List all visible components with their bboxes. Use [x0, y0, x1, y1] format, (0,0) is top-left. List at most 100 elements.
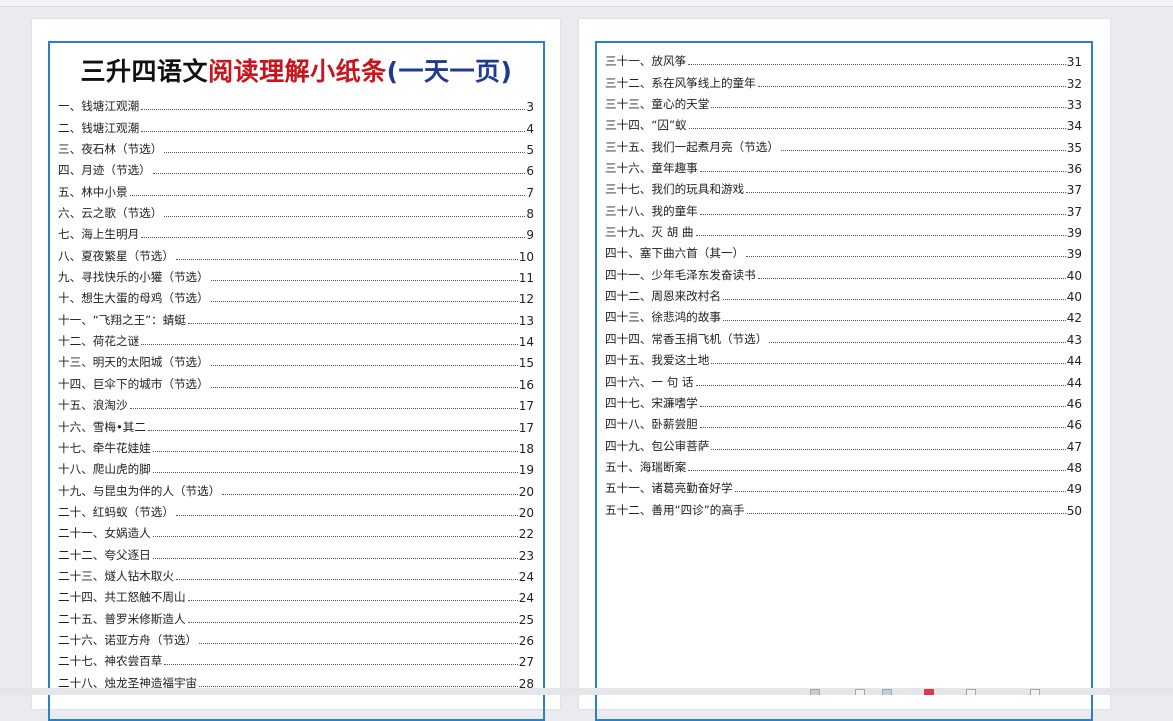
toc-entry[interactable]: 十二、荷花之谜 14	[58, 328, 534, 349]
toc-page-number: 25	[518, 612, 534, 627]
toc-entry[interactable]: 四十一、少年毛泽东发奋读书 40	[605, 261, 1082, 283]
dot-leader	[210, 386, 518, 388]
dot-leader	[222, 493, 518, 495]
page-view-button[interactable]	[855, 689, 865, 695]
toc-entry[interactable]: 二十、红蚂蚁（节选） 20	[58, 499, 534, 520]
dot-leader	[141, 343, 518, 346]
toc-entry-title: 二十四、共工怒触不周山	[58, 590, 186, 605]
toc-page-number: 16	[518, 377, 534, 392]
toc-entry[interactable]: 二十五、普罗米修斯造人 25	[58, 605, 534, 627]
toc-entry[interactable]: 二十七、神农尝百草 27	[58, 648, 534, 669]
toc-entry[interactable]: 二十六、诺亚方舟（节选） 26	[58, 627, 534, 648]
toc-entry[interactable]: 一、钱塘江观潮 3	[58, 93, 534, 114]
dot-leader	[746, 255, 1066, 258]
dot-leader	[746, 512, 1066, 514]
toc-entry[interactable]: 二、钱塘江观潮 4	[58, 114, 534, 136]
fullscreen-button[interactable]	[1030, 689, 1040, 695]
toc-page-number: 15	[518, 356, 534, 371]
dot-leader	[141, 236, 526, 239]
fit-page-button[interactable]	[966, 689, 976, 695]
toc-entry-title: 三十三、童心的天堂	[605, 97, 710, 112]
multi-page-button[interactable]	[882, 689, 892, 695]
toc-page-number: 23	[518, 548, 534, 563]
toc-entry[interactable]: 二十二、夸父逐日 23	[58, 541, 534, 563]
toc-entry[interactable]: 二十一、女娲造人 22	[58, 520, 534, 541]
toc-page-number: 14	[518, 335, 534, 350]
toc-page-number: 11	[518, 271, 534, 286]
table-of-contents-left: 一、钱塘江观潮 3 二、钱塘江观潮 4 三、夜石林（节选） 5 四、月迹（节选） 6 五、林中小…	[58, 93, 534, 690]
toc-entry[interactable]: 九、寻找快乐的小獾（节选） 11	[58, 264, 534, 285]
toc-entry[interactable]: 十五、浪淘沙 17	[58, 392, 534, 413]
toc-entry[interactable]: 十六、雪梅•其二 17	[58, 413, 534, 435]
toc-entry[interactable]: 三十七、我们的玩具和游戏 37	[605, 176, 1082, 197]
toc-entry[interactable]: 三十六、童年趣事 36	[605, 155, 1082, 176]
toc-entry[interactable]: 十三、明天的太阳城（节选） 15	[58, 349, 534, 370]
toc-entry[interactable]: 四十六、一 句 话 44	[605, 368, 1082, 390]
toc-entry[interactable]: 十九、与昆虫为伴的人（节选） 20	[58, 477, 534, 499]
toc-entry[interactable]: 四十五、我爱这土地 44	[605, 347, 1082, 368]
toc-entry[interactable]: 八、夏夜繁星（节选） 10	[58, 242, 534, 264]
toc-entry-title: 四十九、包公审菩萨	[605, 438, 710, 453]
toc-page-number: 33	[1066, 98, 1082, 113]
dot-leader	[699, 405, 1066, 407]
dot-leader	[187, 621, 518, 623]
toc-entry[interactable]: 十七、牵牛花娃娃 18	[58, 435, 534, 456]
toc-entry[interactable]: 三十三、童心的天堂 33	[605, 91, 1082, 112]
toc-entry-title: 四十五、我爱这土地	[605, 353, 710, 368]
dot-leader	[199, 642, 518, 644]
dot-leader	[141, 108, 526, 111]
toc-entry[interactable]: 三、夜石林（节选） 5	[58, 136, 534, 157]
toc-entry[interactable]: 二十三、燧人钻木取火 24	[58, 563, 534, 584]
dot-leader	[699, 213, 1066, 215]
dot-leader	[164, 663, 518, 666]
dot-leader	[175, 258, 518, 260]
toc-entry[interactable]: 十一、“飞翔之王”：蜻蜓 13	[58, 306, 534, 328]
toc-entry[interactable]: 五十一、诸葛亮勤奋好学 49	[605, 475, 1082, 496]
toc-entry-title: 二十七、神农尝百草	[58, 654, 163, 669]
dot-leader	[129, 407, 518, 410]
toc-page-number: 35	[1066, 140, 1082, 155]
toc-entry[interactable]: 六、云之歌（节选） 8	[58, 200, 534, 221]
toc-page-number: 9	[526, 228, 534, 243]
toc-page-number: 17	[518, 399, 534, 414]
dot-leader	[141, 130, 526, 132]
toc-page-number: 36	[1066, 162, 1082, 177]
toc-entry[interactable]: 四、月迹（节选） 6	[58, 157, 534, 178]
toc-entry[interactable]: 四十七、宋濂嗜学 46	[605, 390, 1082, 411]
toc-entry[interactable]: 三十二、系在风筝线上的童年 32	[605, 69, 1082, 91]
toc-entry[interactable]: 十、想生大蛋的母鸡（节选） 12	[58, 285, 534, 306]
dot-leader	[152, 450, 518, 452]
toc-entry[interactable]: 四十四、常香玉捐飞机（节选） 43	[605, 325, 1082, 347]
toc-entry[interactable]: 三十四、“囚”蚁 34	[605, 112, 1082, 133]
toc-entry-title: 五十一、诸葛亮勤奋好学	[605, 481, 733, 496]
dot-leader	[152, 557, 518, 559]
toc-entry[interactable]: 五、林中小景 7	[58, 178, 534, 200]
toc-entry[interactable]: 四十九、包公审菩萨 47	[605, 432, 1082, 454]
toc-entry[interactable]: 五十、海瑞断案 48	[605, 454, 1082, 475]
toc-entry[interactable]: 三十八、我的童年 37	[605, 197, 1082, 219]
page-border-frame: 三升四语文阅读理解小纸条(一天一页) 一、钱塘江观潮 3 二、钱塘江观潮 4 三、夜石林…	[48, 41, 545, 721]
toc-entry[interactable]: 三十一、放风筝 31	[605, 48, 1082, 69]
toc-entry[interactable]: 三十五、我们一起煮月亮（节选） 35	[605, 133, 1082, 155]
toc-page-number: 6	[526, 164, 534, 179]
toc-entry[interactable]: 四十八、卧薪尝胆 46	[605, 411, 1082, 432]
toc-page-number: 32	[1066, 76, 1082, 91]
toc-page-number: 31	[1066, 55, 1082, 70]
toc-entry[interactable]: 十八、爬山虎的脚 19	[58, 456, 534, 477]
toc-entry[interactable]: 五十二、善用“四诊”的高手 50	[605, 496, 1082, 518]
toc-entry-title: 八、夏夜繁星（节选）	[58, 248, 174, 263]
toc-entry[interactable]: 二十四、共工怒触不周山 24	[58, 584, 534, 605]
toc-entry[interactable]: 四十三、徐悲鸿的故事 42	[605, 304, 1082, 325]
toc-entry[interactable]: 四十、塞下曲六首（其一） 39	[605, 240, 1082, 261]
toc-entry[interactable]: 三十九、灭 胡 曲 39	[605, 219, 1082, 240]
record-button[interactable]	[924, 689, 934, 695]
dot-leader	[722, 319, 1066, 322]
dot-leader	[695, 234, 1066, 237]
toc-entry-title: 十八、爬山虎的脚	[58, 462, 151, 477]
toc-page-number: 17	[518, 420, 534, 435]
toc-entry[interactable]: 十四、巨伞下的城市（节选） 16	[58, 370, 534, 392]
view-mode-button[interactable]	[810, 689, 820, 695]
toc-entry[interactable]: 七、海上生明月 9	[58, 221, 534, 242]
toc-entry[interactable]: 四十二、周恩来改村名 40	[605, 283, 1082, 304]
dot-leader	[129, 194, 526, 196]
